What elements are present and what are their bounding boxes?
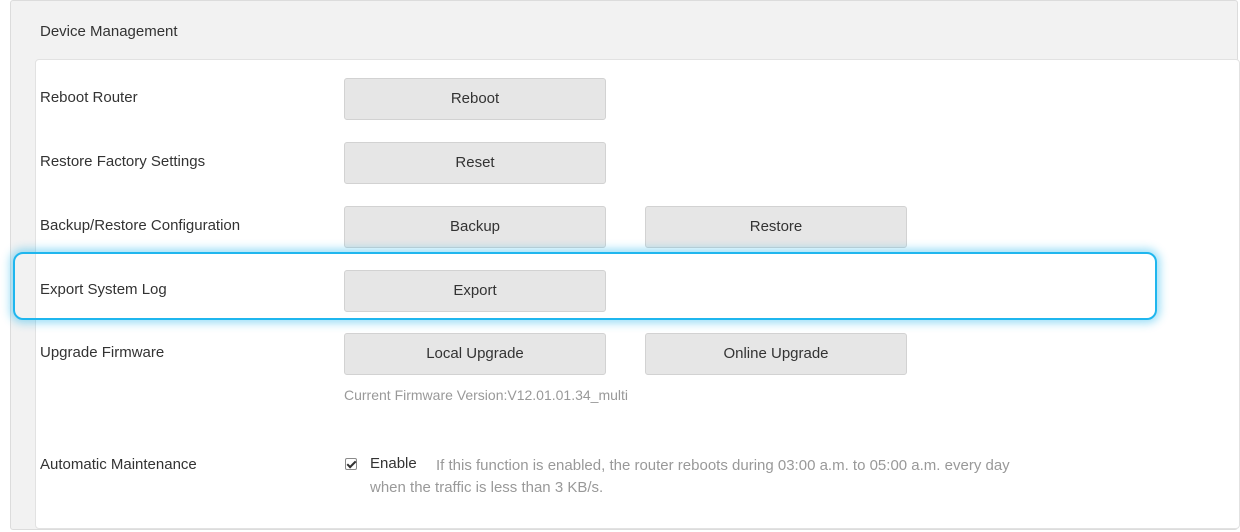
automatic-maintenance-label: Automatic Maintenance — [40, 456, 197, 473]
backup-button[interactable]: Backup — [344, 206, 606, 248]
upgrade-firmware-label: Upgrade Firmware — [40, 344, 165, 361]
panel-title: Device Management — [40, 23, 178, 40]
reboot-router-label: Reboot Router — [40, 89, 138, 106]
local-upgrade-button[interactable]: Local Upgrade — [344, 333, 606, 375]
export-system-log-label: Export System Log — [40, 281, 167, 298]
online-upgrade-button[interactable]: Online Upgrade — [645, 333, 907, 375]
maintenance-description: If this function is enabled, the router … — [370, 457, 1010, 496]
restore-button[interactable]: Restore — [645, 206, 907, 248]
reset-button[interactable]: Reset — [344, 142, 606, 184]
device-management-panel: Device Management — [10, 0, 1240, 530]
enable-label[interactable]: Enable — [370, 455, 417, 472]
reboot-button[interactable]: Reboot — [344, 78, 606, 120]
firmware-version-text: Current Firmware Version:V12.01.01.34_mu… — [344, 387, 629, 403]
backup-restore-label: Backup/Restore Configuration — [40, 217, 241, 234]
export-button[interactable]: Export — [344, 270, 606, 312]
enable-checkbox[interactable] — [345, 458, 357, 470]
restore-factory-label: Restore Factory Settings — [40, 153, 206, 170]
